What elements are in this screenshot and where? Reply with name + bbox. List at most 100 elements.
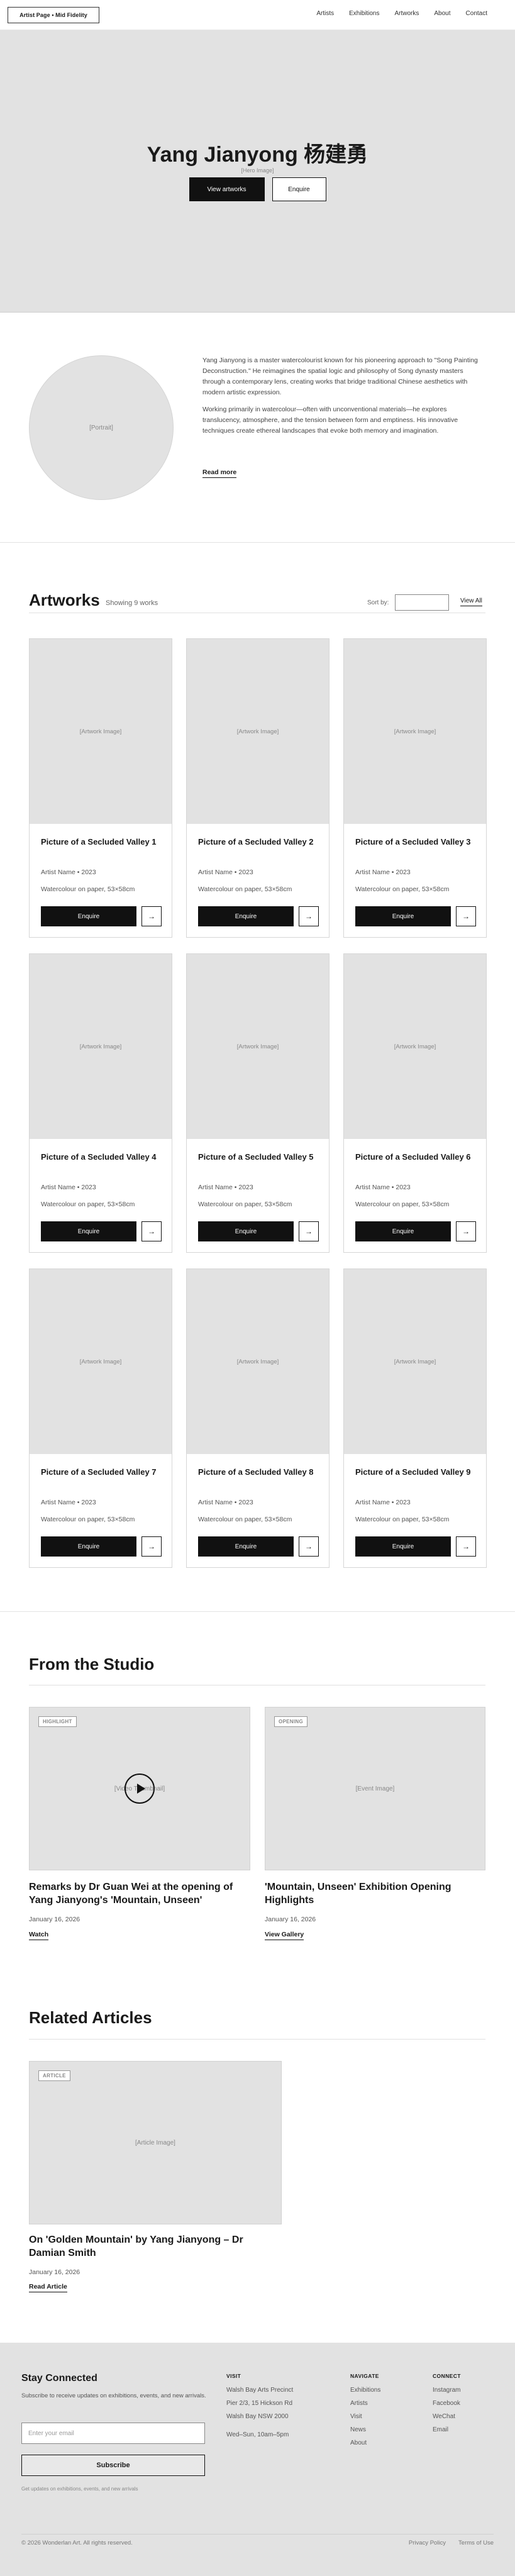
- arrow-right-icon[interactable]: →: [456, 906, 476, 926]
- related-articles-section: Related Articles [Article Image] ARTICLE…: [0, 1977, 515, 2343]
- legal-links: Privacy Policy Terms of Use: [409, 2540, 494, 2546]
- artwork-title: Picture of a Secluded Valley 9: [355, 1467, 471, 1477]
- arrow-right-icon[interactable]: →: [141, 1221, 162, 1241]
- email-field[interactable]: Enter your email: [21, 2423, 205, 2444]
- artwork-title: Picture of a Secluded Valley 3: [355, 837, 471, 847]
- artwork-card[interactable]: [Artwork Image] Picture of a Secluded Va…: [186, 953, 329, 1253]
- hero-enquire-button[interactable]: Enquire: [272, 177, 326, 201]
- post-title[interactable]: 'Mountain, Unseen' Exhibition Opening Hi…: [265, 1880, 479, 1907]
- article-title[interactable]: On 'Golden Mountain' by Yang Jianyong – …: [29, 2233, 268, 2260]
- artwork-image[interactable]: [Artwork Image]: [187, 639, 329, 824]
- artwork-title: Picture of a Secluded Valley 6: [355, 1152, 471, 1162]
- footer-link-news[interactable]: News: [350, 2426, 380, 2433]
- nav-artists[interactable]: Artists: [316, 10, 334, 17]
- footer-link-instagram[interactable]: Instagram: [433, 2387, 461, 2394]
- artwork-card[interactable]: [Artwork Image] Picture of a Secluded Va…: [186, 1269, 329, 1568]
- main-nav: Artists Exhibitions Artworks About Conta…: [316, 10, 487, 17]
- artwork-medium: Watercolour on paper, 53×58cm: [41, 886, 135, 893]
- arrow-right-icon[interactable]: →: [299, 1536, 319, 1557]
- nav-exhibitions[interactable]: Exhibitions: [349, 10, 379, 17]
- terms-link[interactable]: Terms of Use: [458, 2540, 494, 2546]
- artwork-image[interactable]: [Artwork Image]: [344, 639, 486, 824]
- enquire-button[interactable]: Enquire: [355, 1536, 451, 1557]
- artwork-meta: Artist Name • 2023: [198, 1499, 253, 1506]
- artwork-card[interactable]: [Artwork Image] Picture of a Secluded Va…: [29, 1269, 172, 1568]
- footer-link-wechat[interactable]: WeChat: [433, 2413, 461, 2420]
- arrow-right-icon[interactable]: →: [456, 1221, 476, 1241]
- sort-label: Sort by:: [367, 599, 389, 606]
- nav-about[interactable]: About: [434, 10, 450, 17]
- video-thumbnail[interactable]: [Video Thumbnail] HIGHLIGHT: [29, 1707, 250, 1870]
- view-gallery-link[interactable]: View Gallery: [265, 1931, 304, 1940]
- artwork-image[interactable]: [Artwork Image]: [344, 954, 486, 1139]
- artwork-meta: Artist Name • 2023: [198, 1184, 253, 1191]
- footer-navigate: NAVIGATE Exhibitions Artists Visit News …: [350, 2373, 380, 2453]
- brand-logo[interactable]: Artist Page • Mid Fidelity: [8, 7, 99, 23]
- view-all-link[interactable]: View All: [460, 597, 482, 606]
- artwork-image[interactable]: [Artwork Image]: [30, 954, 172, 1139]
- enquire-button[interactable]: Enquire: [41, 1221, 136, 1241]
- post-title[interactable]: Remarks by Dr Guan Wei at the opening of…: [29, 1880, 255, 1907]
- nav-artworks[interactable]: Artworks: [394, 10, 419, 17]
- artwork-card[interactable]: [Artwork Image] Picture of a Secluded Va…: [343, 1269, 487, 1568]
- read-more-link[interactable]: Read more: [202, 469, 237, 478]
- privacy-link[interactable]: Privacy Policy: [409, 2540, 446, 2546]
- arrow-right-icon[interactable]: →: [141, 906, 162, 926]
- footer-note: Get updates on exhibitions, events, and …: [21, 2486, 138, 2492]
- artwork-medium: Watercolour on paper, 53×58cm: [198, 886, 292, 893]
- footer-link-email[interactable]: Email: [433, 2426, 461, 2433]
- artwork-card[interactable]: [Artwork Image] Picture of a Secluded Va…: [29, 953, 172, 1253]
- event-image[interactable]: [Event Image] OPENING: [265, 1707, 485, 1870]
- artworks-count: Showing 9 works: [106, 599, 158, 607]
- artwork-image[interactable]: [Artwork Image]: [187, 1269, 329, 1454]
- hero-actions: View artworks Enquire: [0, 177, 515, 201]
- navigate-heading: NAVIGATE: [350, 2373, 379, 2379]
- enquire-button[interactable]: Enquire: [41, 906, 136, 926]
- artwork-card[interactable]: [Artwork Image] Picture of a Secluded Va…: [186, 638, 329, 938]
- divider: [29, 2039, 485, 2040]
- artwork-image[interactable]: [Artwork Image]: [30, 639, 172, 824]
- view-artworks-button[interactable]: View artworks: [189, 177, 265, 201]
- nav-contact[interactable]: Contact: [466, 10, 487, 17]
- artwork-title: Picture of a Secluded Valley 1: [41, 837, 157, 847]
- enquire-button[interactable]: Enquire: [198, 1221, 294, 1241]
- post-date: January 16, 2026: [29, 1916, 80, 1923]
- footer-link-exhibitions[interactable]: Exhibitions: [350, 2387, 380, 2394]
- arrow-right-icon[interactable]: →: [299, 906, 319, 926]
- enquire-button[interactable]: Enquire: [198, 1536, 294, 1557]
- footer-link-facebook[interactable]: Facebook: [433, 2400, 461, 2407]
- read-article-link[interactable]: Read Article: [29, 2283, 67, 2292]
- enquire-button[interactable]: Enquire: [355, 906, 451, 926]
- artwork-meta: Artist Name • 2023: [198, 869, 253, 876]
- article-image[interactable]: [Article Image] ARTICLE: [29, 2061, 282, 2224]
- watch-link[interactable]: Watch: [29, 1931, 49, 1940]
- play-icon[interactable]: [125, 1774, 155, 1804]
- artwork-card[interactable]: [Artwork Image] Picture of a Secluded Va…: [29, 638, 172, 938]
- artwork-image[interactable]: [Artwork Image]: [344, 1269, 486, 1454]
- footer-link-artists[interactable]: Artists: [350, 2400, 380, 2407]
- artwork-meta: Artist Name • 2023: [355, 869, 411, 876]
- artwork-meta: Artist Name • 2023: [41, 1499, 96, 1506]
- post-date: January 16, 2026: [265, 1916, 316, 1923]
- arrow-right-icon[interactable]: →: [456, 1536, 476, 1557]
- sort-select[interactable]: [395, 594, 449, 611]
- footer-link-visit[interactable]: Visit: [350, 2413, 380, 2420]
- artwork-image[interactable]: [Artwork Image]: [187, 954, 329, 1139]
- artwork-card[interactable]: [Artwork Image] Picture of a Secluded Va…: [343, 953, 487, 1253]
- artwork-meta: Artist Name • 2023: [41, 869, 96, 876]
- artwork-image[interactable]: [Artwork Image]: [30, 1269, 172, 1454]
- artwork-medium: Watercolour on paper, 53×58cm: [355, 1201, 450, 1208]
- studio-section: From the Studio [Video Thumbnail] HIGHLI…: [0, 1612, 515, 1977]
- article-date: January 16, 2026: [29, 2268, 80, 2276]
- enquire-button[interactable]: Enquire: [41, 1536, 136, 1557]
- subscribe-button[interactable]: Subscribe: [21, 2455, 205, 2476]
- footer-link-about[interactable]: About: [350, 2440, 380, 2446]
- arrow-right-icon[interactable]: →: [141, 1536, 162, 1557]
- artwork-card[interactable]: [Artwork Image] Picture of a Secluded Va…: [343, 638, 487, 938]
- artwork-medium: Watercolour on paper, 53×58cm: [355, 1516, 450, 1523]
- artwork-title: Picture of a Secluded Valley 2: [198, 837, 314, 847]
- enquire-button[interactable]: Enquire: [355, 1221, 451, 1241]
- arrow-right-icon[interactable]: →: [299, 1221, 319, 1241]
- enquire-button[interactable]: Enquire: [198, 906, 294, 926]
- artwork-medium: Watercolour on paper, 53×58cm: [41, 1201, 135, 1208]
